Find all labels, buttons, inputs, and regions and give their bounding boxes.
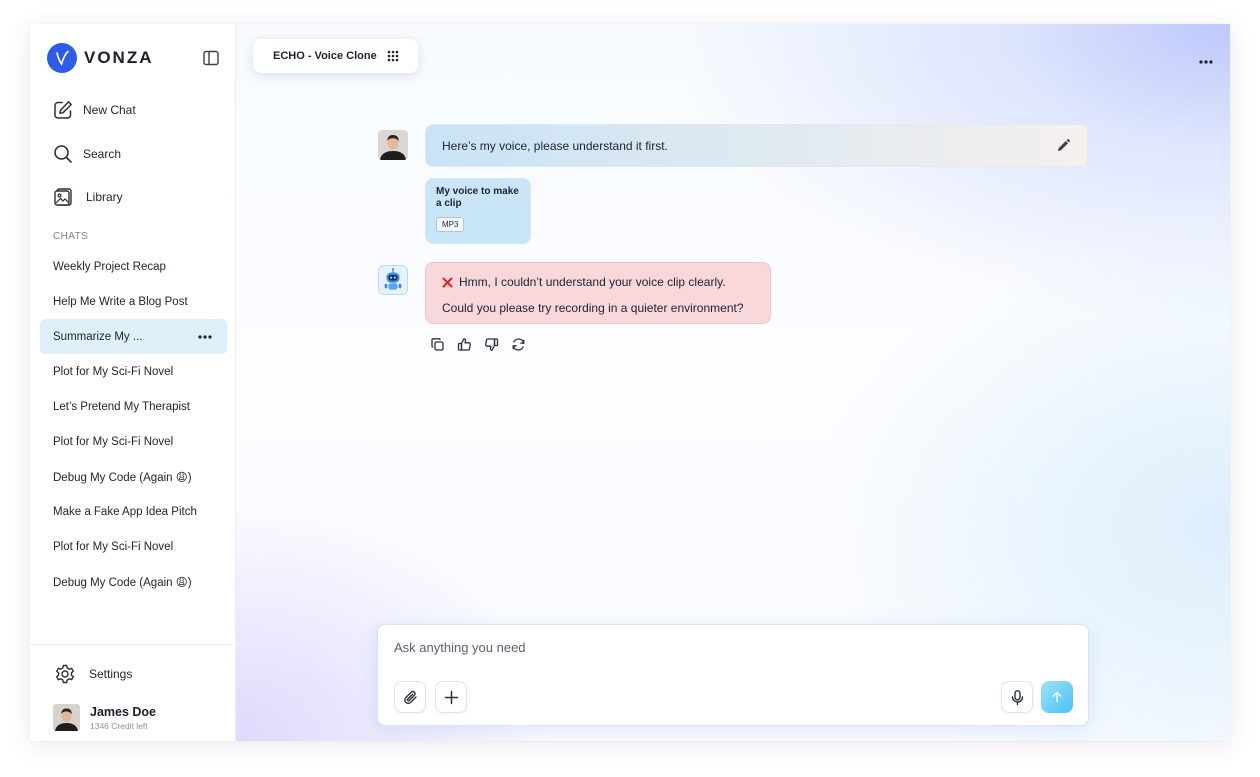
regenerate-icon[interactable] (511, 337, 526, 352)
chat-item[interactable]: Plot for My Sci-Fi Novel (40, 529, 227, 564)
message-actions (430, 337, 538, 352)
error-x-icon (442, 277, 453, 288)
topic-selector[interactable]: ECHO - Voice Clone (253, 39, 418, 73)
chat-item[interactable]: Help Me Write a Blog Post (40, 284, 227, 319)
brand-name: VONZA (84, 48, 154, 67)
add-button[interactable] (435, 681, 467, 713)
chat-item-label: Help Me Write a Blog Post (53, 295, 188, 308)
chat-item[interactable]: Let’s Pretend My Therapist (40, 389, 227, 424)
chat-item-label: Plot for My Sci-Fi Novel (53, 435, 174, 448)
chat-main: ECHO - Voice Clone Here’s my voice, plea… (236, 24, 1230, 741)
thumbs-up-icon[interactable] (457, 337, 472, 352)
user-avatar (378, 130, 408, 160)
pencil-icon[interactable] (1055, 138, 1071, 154)
new-chat-button[interactable]: New Chat (52, 98, 136, 122)
search-icon (52, 143, 74, 165)
gear-icon (54, 663, 76, 685)
library-button[interactable]: Library (53, 185, 123, 209)
arrow-up-icon (1052, 691, 1062, 703)
chat-item[interactable]: Debug My Code (Again 😩) (40, 459, 227, 494)
chat-item-active[interactable]: Summarize My ... (40, 319, 227, 354)
chat-item-label: Debug My Code (Again 😩) (53, 576, 192, 589)
user-message-text: Here’s my voice, please understand it fi… (442, 138, 668, 153)
microphone-button[interactable] (1001, 681, 1033, 713)
send-button[interactable] (1041, 681, 1073, 713)
user-credit: 1346 Credit left (90, 720, 148, 731)
copy-icon[interactable] (430, 337, 445, 352)
sidebar-footer: Settings James Doe 1346 Credit left (30, 644, 235, 731)
user-profile[interactable]: James Doe 1346 Credit left (53, 704, 156, 731)
chat-item-label: Let’s Pretend My Therapist (53, 400, 191, 413)
topic-title: ECHO - Voice Clone (273, 50, 377, 62)
chats-heading: CHATS (53, 231, 89, 242)
thumbs-down-icon[interactable] (484, 337, 499, 352)
library-label: Library (86, 190, 123, 204)
user-name: James Doe (90, 704, 157, 719)
vonza-logo-icon (47, 43, 77, 73)
chat-item-label: Summarize My ... (53, 330, 143, 343)
chat-item[interactable]: Plot for My Sci-Fi Novel (40, 424, 227, 459)
chat-item-label: Make a Fake App Idea Pitch (53, 505, 197, 518)
message-input[interactable] (394, 637, 994, 657)
settings-button[interactable]: Settings (54, 663, 132, 685)
file-type-badge: MP3 (436, 217, 465, 232)
plus-icon (444, 690, 458, 704)
chat-list: Weekly Project Recap Help Me Write a Blo… (40, 249, 227, 599)
chat-item[interactable]: Plot for My Sci-Fi Novel (40, 354, 227, 389)
search-button[interactable]: Search (52, 142, 121, 166)
chat-item[interactable]: Make a Fake App Idea Pitch (40, 494, 227, 529)
new-chat-label: New Chat (83, 103, 136, 117)
chat-item-label: Plot for My Sci-Fi Novel (53, 540, 174, 553)
error-line-1: Hmm, I couldn’t understand your voice cl… (459, 275, 726, 289)
chat-item-label: Weekly Project Recap (53, 260, 166, 273)
message-composer (377, 624, 1089, 726)
chat-item[interactable]: Debug My Code (Again 😩) (40, 564, 227, 599)
chat-item[interactable]: Weekly Project Recap (40, 249, 227, 284)
attach-button[interactable] (394, 681, 426, 713)
more-options-icon[interactable] (196, 332, 214, 342)
paperclip-icon (403, 690, 417, 704)
brand[interactable]: VONZA (47, 43, 154, 73)
user-message: Here’s my voice, please understand it fi… (425, 124, 1088, 167)
search-label: Search (83, 147, 122, 161)
chat-item-label: Debug My Code (Again 😩) (53, 471, 192, 484)
new-chat-icon (52, 99, 74, 121)
chat-item-label: Plot for My Sci-Fi Novel (53, 365, 174, 378)
more-options-icon[interactable] (1198, 52, 1214, 64)
avatar (53, 704, 80, 731)
error-message: Hmm, I couldn’t understand your voice cl… (425, 262, 771, 324)
apps-grid-icon[interactable] (387, 50, 399, 62)
error-line-2: Could you please try recording in a quie… (442, 301, 744, 315)
image-library-icon (53, 186, 75, 208)
voice-attachment[interactable]: My voice to make a clip MP3 (425, 178, 531, 244)
app-window: VONZA New Chat Search Library CHATS Week… (30, 24, 1230, 741)
settings-label: Settings (89, 667, 133, 681)
microphone-icon (1011, 689, 1023, 705)
sidebar-toggle-icon[interactable] (202, 49, 220, 67)
sidebar: VONZA New Chat Search Library CHATS Week… (30, 24, 236, 741)
attachment-title: My voice to make a clip (436, 186, 519, 209)
robot-avatar-icon (378, 265, 408, 295)
